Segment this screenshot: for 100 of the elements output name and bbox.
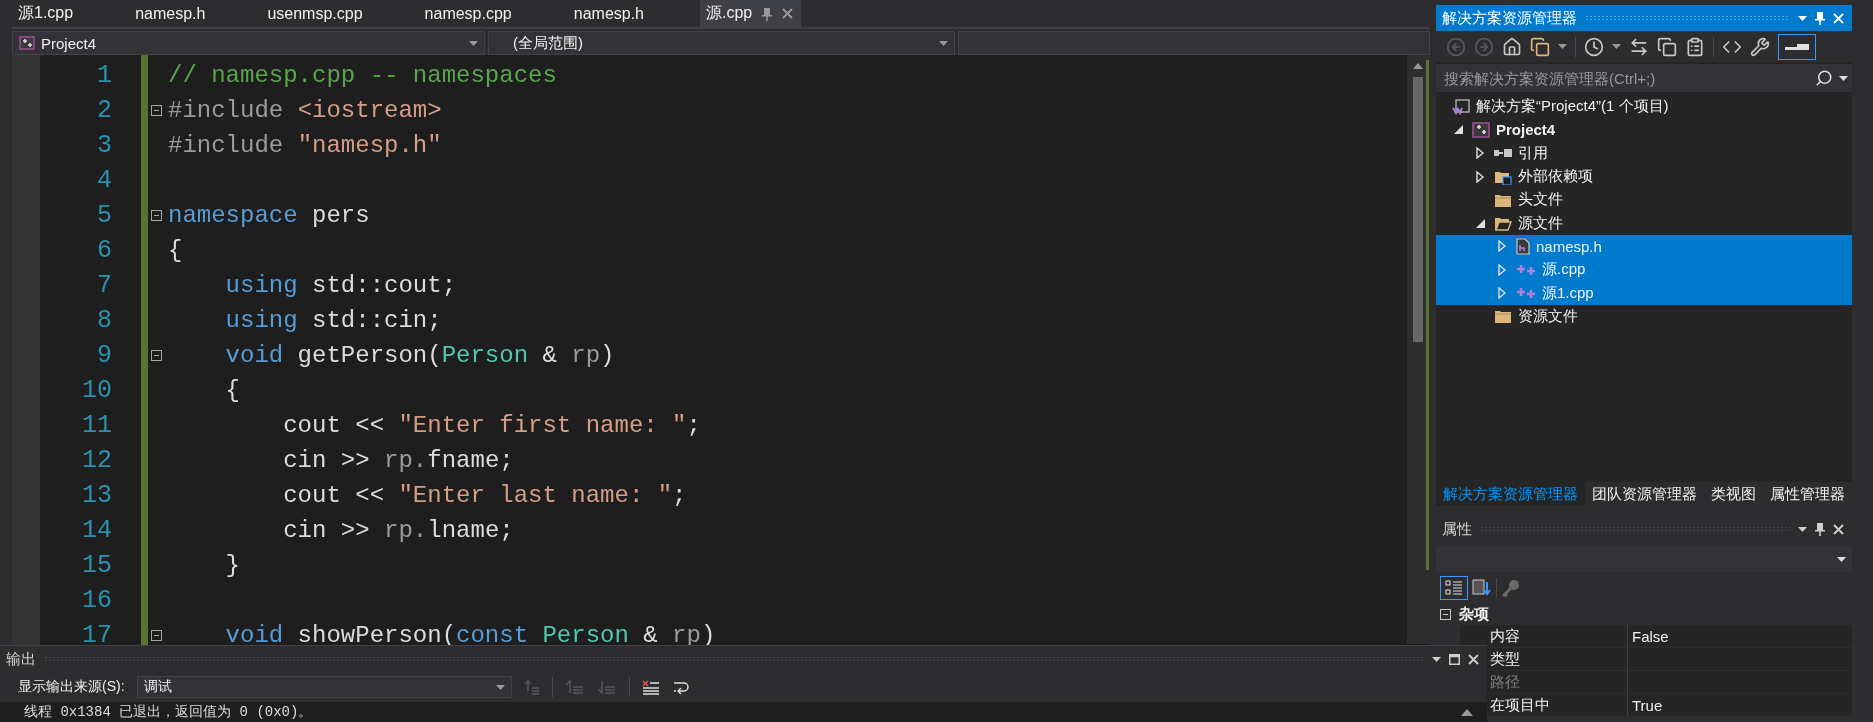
pin-icon[interactable] — [762, 6, 773, 21]
close-icon[interactable] — [1468, 653, 1479, 665]
caret-icon[interactable] — [1432, 656, 1441, 662]
collapsed-arrow-icon[interactable] — [1476, 147, 1484, 160]
source-dropdown[interactable]: 调试 — [136, 676, 512, 698]
panel-title: 属性 — [1442, 519, 1472, 539]
file-tab[interactable]: namesp.h — [567, 0, 700, 27]
search-icon[interactable] — [1815, 69, 1833, 87]
preview-button[interactable] — [1778, 33, 1816, 60]
caret-icon[interactable] — [1839, 75, 1848, 81]
file-tab[interactable]: namesp.cpp — [418, 0, 568, 27]
open-folder-icon — [1494, 215, 1512, 232]
line-number: 13 — [81, 480, 112, 512]
file-tab[interactable]: namesp.h — [129, 0, 262, 27]
caret-icon[interactable] — [1798, 15, 1807, 21]
line-number: 12 — [81, 445, 112, 477]
close-icon[interactable] — [1833, 523, 1844, 535]
sync-icon[interactable] — [1629, 36, 1649, 57]
sort-icon[interactable] — [1472, 577, 1492, 598]
line-number: 1 — [96, 60, 112, 92]
line-number: 14 — [81, 515, 112, 547]
code-line: } — [224, 551, 241, 581]
show-all-files-icon[interactable] — [1685, 36, 1705, 57]
caret-icon[interactable] — [1837, 556, 1846, 562]
line-number: 8 — [96, 305, 112, 337]
source-label: 显示输出来源(S): — [18, 678, 125, 696]
key-icon[interactable] — [1501, 577, 1521, 598]
line-number: 10 — [81, 375, 112, 407]
line-number: 11 — [81, 410, 112, 442]
close-icon[interactable] — [782, 8, 794, 19]
wrench-icon[interactable] — [1750, 36, 1770, 57]
tree-item[interactable]: 头文件 — [1436, 188, 1852, 212]
line-number: 7 — [96, 270, 112, 302]
property-value: True — [1632, 696, 1663, 714]
pin-icon[interactable] — [1815, 11, 1825, 25]
line-number: 15 — [81, 550, 112, 582]
scroll-up-icon[interactable] — [1461, 708, 1473, 716]
clock-icon[interactable] — [1584, 36, 1604, 57]
code-line: using std::cin; — [224, 306, 443, 336]
categorized-button[interactable] — [1440, 575, 1468, 600]
collapse-icon[interactable] — [150, 105, 162, 116]
tree-item[interactable]: 资源文件 — [1436, 304, 1852, 328]
tree-item[interactable]: Project4 — [1436, 118, 1852, 142]
file-tab[interactable]: 源.cpp — [700, 0, 802, 27]
search-field[interactable]: 搜索解决方案资源管理器(Ctrl+;) — [1436, 64, 1852, 92]
tree-item[interactable]: namesp.h — [1436, 234, 1852, 259]
line-number: 16 — [81, 585, 112, 617]
code-line: #include "namesp.h" — [167, 131, 443, 161]
search-input[interactable]: 搜索解决方案资源管理器(Ctrl+;) — [1442, 68, 1809, 88]
code-line: // namesp.cpp -- namespaces — [167, 61, 558, 91]
line-number: 17 — [81, 620, 112, 652]
caret-icon[interactable] — [495, 684, 505, 690]
output-text: 线程 0x1384 已退出，返回值为 0 (0x0)。 — [24, 703, 313, 721]
tree-item[interactable]: 源.cpp — [1436, 258, 1852, 282]
collapse-icon[interactable] — [150, 210, 162, 221]
collapse-icon[interactable] — [150, 630, 162, 641]
code-line: #include <iostream> — [167, 96, 443, 126]
code-line: using std::cout; — [224, 271, 458, 301]
panel-title: 解决方案资源管理器 — [1442, 8, 1577, 28]
property-value: False — [1632, 627, 1669, 645]
collapse-icon[interactable] — [1440, 608, 1451, 620]
word-wrap-icon[interactable] — [671, 679, 692, 695]
code-line: namespace pers — [167, 201, 371, 231]
tree-item[interactable]: 外部依赖项 — [1436, 164, 1852, 189]
expanded-arrow-icon[interactable] — [1475, 218, 1485, 228]
caret-icon[interactable] — [1558, 44, 1567, 49]
caret-icon[interactable] — [1612, 44, 1621, 49]
preview-icon — [1785, 43, 1809, 50]
panel-tab[interactable]: 解决方案资源管理器 — [1436, 482, 1585, 506]
collapsed-arrow-icon[interactable] — [1476, 170, 1484, 183]
collapse-icon[interactable] — [150, 350, 162, 361]
group-label: 杂项 — [1459, 604, 1489, 624]
solution-icon — [1452, 98, 1470, 115]
code-line: { — [224, 376, 241, 406]
project-icon — [19, 36, 35, 50]
collapse-all-icon[interactable] — [1657, 36, 1677, 57]
line-number: 4 — [96, 165, 112, 197]
file-tab[interactable]: usenmsp.cpp — [261, 0, 419, 27]
line-number: 9 — [96, 340, 112, 372]
line-number: 3 — [96, 130, 112, 162]
caret-icon[interactable] — [469, 40, 478, 46]
expanded-arrow-icon[interactable] — [1453, 125, 1463, 135]
caret-icon[interactable] — [939, 40, 948, 46]
clear-icon[interactable] — [641, 679, 660, 695]
switch-views-icon[interactable] — [1530, 36, 1550, 57]
tree-item[interactable]: 源1.cpp — [1436, 281, 1852, 305]
tree-item[interactable]: 源文件 — [1436, 211, 1852, 235]
scope-dropdown[interactable]: (全局范围) — [488, 31, 955, 55]
maximize-icon[interactable] — [1449, 653, 1460, 665]
caret-icon[interactable] — [1798, 526, 1807, 532]
line-number: 6 — [96, 235, 112, 267]
line-number: 2 — [96, 95, 112, 127]
tree-item[interactable]: 解决方案“Project4”(1 个项目) — [1436, 95, 1852, 119]
tree-item[interactable]: 引用 — [1436, 141, 1852, 165]
pin-icon[interactable] — [1815, 522, 1825, 536]
file-tab[interactable]: 源1.cpp — [12, 0, 130, 27]
home-icon[interactable] — [1502, 36, 1522, 57]
vertical-scrollbar[interactable] — [1407, 55, 1430, 644]
project-dropdown[interactable]: Project4 — [12, 31, 485, 55]
plus-signs-icon — [1516, 263, 1536, 276]
